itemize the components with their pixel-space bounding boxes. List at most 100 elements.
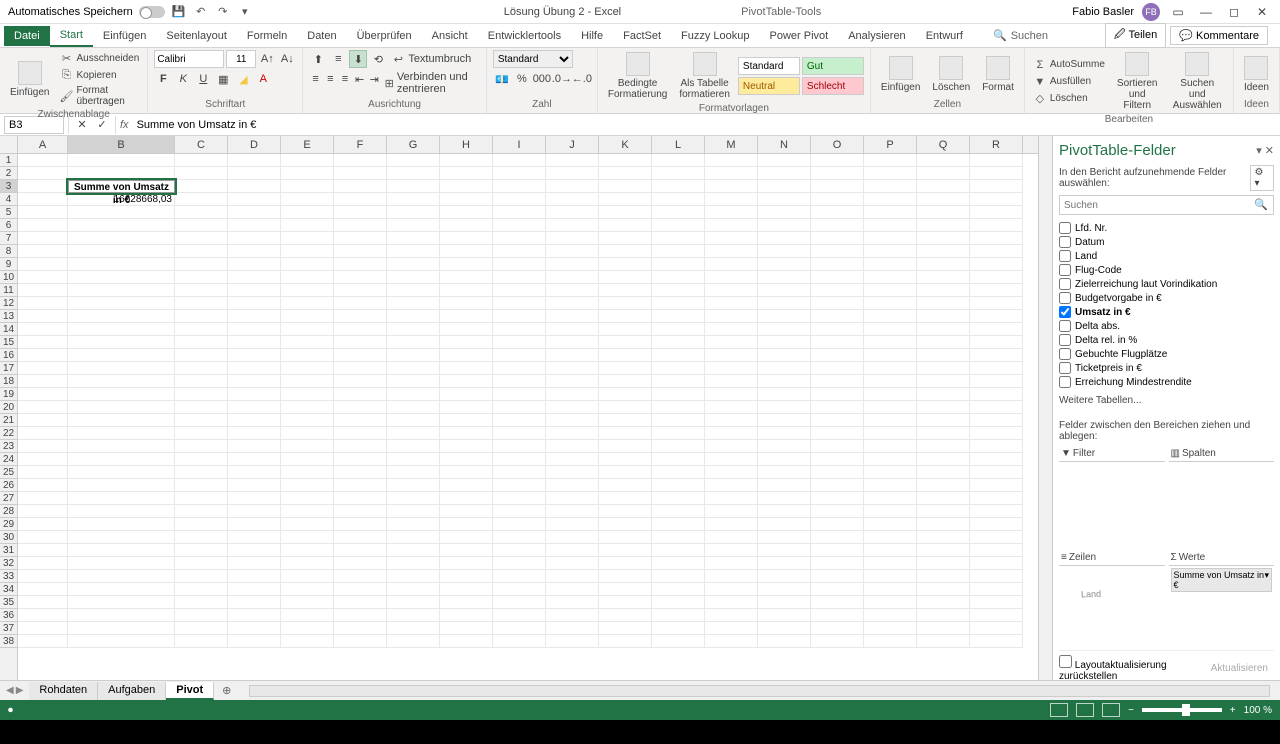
row-header-23[interactable]: 23 — [0, 440, 17, 453]
drop-area-filter[interactable]: ▼Filter — [1059, 446, 1165, 546]
pivot-close-icon[interactable]: ✕ — [1265, 145, 1274, 157]
align-middle-icon[interactable]: ≡ — [329, 50, 347, 68]
zoom-level[interactable]: 100 % — [1244, 705, 1272, 716]
tab-start[interactable]: Start — [50, 25, 93, 47]
pivot-field-item[interactable]: Delta abs. — [1059, 319, 1274, 333]
decimal-decrease-icon[interactable]: ←.0 — [573, 70, 591, 88]
decrease-font-icon[interactable]: A↓ — [278, 50, 296, 68]
percent-icon[interactable]: % — [513, 70, 531, 88]
pivot-field-item[interactable]: Gebuchte Flugplätze — [1059, 347, 1274, 361]
pivot-field-item[interactable]: Erreichung Mindestrendite — [1059, 375, 1274, 389]
col-header-Q[interactable]: Q — [917, 136, 970, 153]
align-bottom-icon[interactable]: ⬇ — [349, 50, 367, 68]
defer-layout-checkbox[interactable]: Layoutaktualisierung zurückstellen — [1059, 655, 1205, 682]
align-left-icon[interactable]: ≡ — [309, 70, 322, 88]
col-header-I[interactable]: I — [493, 136, 546, 153]
worksheet-grid[interactable]: Summe von Umsatz in €16628668,03 — [18, 154, 1038, 680]
tab-help[interactable]: Hilfe — [571, 26, 613, 46]
row-header-20[interactable]: 20 — [0, 401, 17, 414]
row-header-28[interactable]: 28 — [0, 505, 17, 518]
pivot-field-checkbox[interactable] — [1059, 236, 1071, 248]
font-size-select[interactable] — [226, 50, 256, 68]
row-header-5[interactable]: 5 — [0, 206, 17, 219]
pivot-search-input[interactable] — [1059, 195, 1274, 215]
col-header-J[interactable]: J — [546, 136, 599, 153]
normal-view-icon[interactable] — [1050, 703, 1068, 717]
horizontal-scrollbar[interactable] — [249, 685, 1270, 697]
row-header-8[interactable]: 8 — [0, 245, 17, 258]
pivot-dropdown-icon[interactable]: ▾ — [1256, 145, 1262, 157]
cell-B3[interactable]: Summe von Umsatz in € — [68, 180, 175, 193]
tab-factset[interactable]: FactSet — [613, 26, 671, 46]
row-header-13[interactable]: 13 — [0, 310, 17, 323]
sheet-tab-aufgaben[interactable]: Aufgaben — [98, 682, 166, 700]
row-header-12[interactable]: 12 — [0, 297, 17, 310]
row-header-11[interactable]: 11 — [0, 284, 17, 297]
tab-pagelayout[interactable]: Seitenlayout — [156, 26, 237, 46]
zoom-out-icon[interactable]: − — [1128, 705, 1134, 716]
select-all-corner[interactable] — [0, 136, 18, 153]
pivot-field-checkbox[interactable] — [1059, 278, 1071, 290]
pivot-field-checkbox[interactable] — [1059, 348, 1071, 360]
more-tables-link[interactable]: Weitere Tabellen... — [1059, 389, 1274, 412]
row-header-21[interactable]: 21 — [0, 414, 17, 427]
format-cells-button[interactable]: Format — [978, 54, 1018, 95]
row-header-25[interactable]: 25 — [0, 466, 17, 479]
sort-filter-button[interactable]: Sortieren und Filtern — [1111, 50, 1164, 113]
tab-data[interactable]: Daten — [297, 26, 346, 46]
pivot-field-item[interactable]: Delta rel. in % — [1059, 333, 1274, 347]
row-header-33[interactable]: 33 — [0, 570, 17, 583]
pivot-field-item[interactable]: Flug-Code — [1059, 263, 1274, 277]
row-header-15[interactable]: 15 — [0, 336, 17, 349]
zoom-slider[interactable] — [1142, 708, 1222, 712]
col-header-E[interactable]: E — [281, 136, 334, 153]
col-header-R[interactable]: R — [970, 136, 1023, 153]
search-icon[interactable]: 🔍 — [993, 29, 1007, 42]
tab-analyze[interactable]: Analysieren — [838, 26, 915, 46]
row-header-34[interactable]: 34 — [0, 583, 17, 596]
pivot-field-checkbox[interactable] — [1059, 334, 1071, 346]
record-macro-icon[interactable]: ⏺ — [8, 705, 13, 716]
merge-button[interactable]: ⊞Verbinden und zentrieren — [383, 70, 480, 96]
tab-design[interactable]: Entwurf — [916, 26, 973, 46]
col-header-B[interactable]: B — [68, 136, 175, 153]
pivot-field-item[interactable]: Ticketpreis in € — [1059, 361, 1274, 375]
row-header-38[interactable]: 38 — [0, 635, 17, 648]
col-header-K[interactable]: K — [599, 136, 652, 153]
col-header-O[interactable]: O — [811, 136, 864, 153]
undo-icon[interactable]: ↶ — [193, 4, 209, 20]
minimize-icon[interactable]: — — [1196, 2, 1216, 22]
tab-file[interactable]: Datei — [4, 26, 50, 46]
pivot-field-checkbox[interactable] — [1059, 320, 1071, 332]
pivot-field-checkbox[interactable] — [1059, 250, 1071, 262]
tab-insert[interactable]: Einfügen — [93, 26, 156, 46]
tab-fuzzy[interactable]: Fuzzy Lookup — [671, 26, 759, 46]
sheet-tab-rohdaten[interactable]: Rohdaten — [29, 682, 98, 700]
as-table-button[interactable]: Als Tabelle formatieren — [675, 50, 734, 102]
row-header-10[interactable]: 10 — [0, 271, 17, 284]
row-header-2[interactable]: 2 — [0, 167, 17, 180]
indent-increase-icon[interactable]: ⇥ — [368, 70, 381, 88]
col-header-G[interactable]: G — [387, 136, 440, 153]
style-neutral[interactable]: Neutral — [738, 77, 800, 95]
user-avatar[interactable]: FB — [1142, 3, 1160, 21]
row-header-26[interactable]: 26 — [0, 479, 17, 492]
row-header-16[interactable]: 16 — [0, 349, 17, 362]
pivot-field-item[interactable]: Umsatz in € — [1059, 305, 1274, 319]
drop-area-values[interactable]: ΣWerte Summe von Umsatz in €▾ — [1169, 550, 1275, 650]
col-header-L[interactable]: L — [652, 136, 705, 153]
row-header-3[interactable]: 3 — [0, 180, 17, 193]
sheet-nav-prev-icon[interactable]: ◀ — [6, 685, 14, 696]
save-icon[interactable]: 💾 — [171, 4, 187, 20]
pivot-field-item[interactable]: Land — [1059, 249, 1274, 263]
share-button[interactable]: 🖉 Teilen — [1105, 23, 1166, 48]
number-format-select[interactable]: Standard — [493, 50, 573, 68]
row-header-29[interactable]: 29 — [0, 518, 17, 531]
close-icon[interactable]: ✕ — [1252, 2, 1272, 22]
style-gut[interactable]: Gut — [802, 57, 864, 75]
thousands-icon[interactable]: 000 — [533, 70, 551, 88]
pivot-field-item[interactable]: Datum — [1059, 235, 1274, 249]
insert-cells-button[interactable]: Einfügen — [877, 54, 924, 95]
row-header-7[interactable]: 7 — [0, 232, 17, 245]
drop-area-columns[interactable]: ▥Spalten — [1169, 446, 1275, 546]
